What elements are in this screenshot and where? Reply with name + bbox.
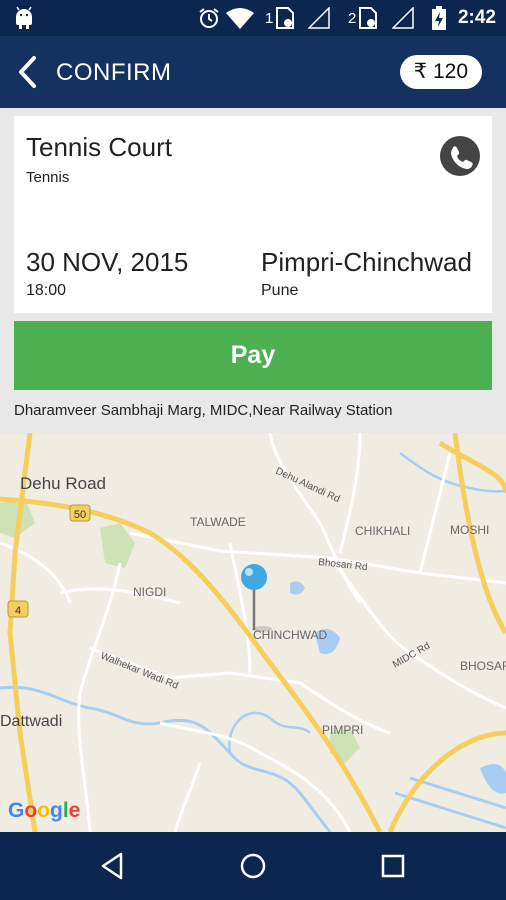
nav-recents-icon[interactable]: [373, 846, 413, 886]
battery-charging-icon: [432, 6, 446, 30]
park-area: [100, 523, 135, 568]
map-label-midc-rd: MIDC Rd: [391, 641, 432, 671]
map-label-walhekar-wadi-rd: Walhekar Wadi Rd: [99, 651, 180, 692]
signal-icon: [392, 7, 414, 29]
app-bar: CONFIRM ₹ 120: [0, 36, 506, 108]
wifi-icon: [226, 8, 254, 29]
map-label-dehu-road: Dehu Road: [20, 474, 106, 493]
alarm-icon: [199, 8, 219, 28]
booking-date: 30 NOV, 2015: [26, 247, 189, 277]
map-label-dattwadi: Dattwadi: [0, 713, 62, 730]
shield-4-label: 4: [15, 605, 21, 617]
lake: [480, 764, 506, 794]
google-logo-letter: o: [37, 799, 50, 822]
venue-address: Dharamveer Sambhaji Marg, MIDC,Near Rail…: [14, 402, 393, 419]
google-logo-letter: g: [50, 799, 63, 822]
nav-back-icon[interactable]: [93, 846, 133, 886]
google-logo-letter: o: [24, 799, 37, 822]
map-label-dehu-alandi-rd: Dehu Alandi Rd: [274, 466, 342, 505]
sim-card-icon: [276, 7, 294, 29]
map-label-bhosari: BHOSARI: [460, 659, 506, 673]
map-label-talwade: TALWADE: [190, 515, 246, 529]
back-arrow-icon[interactable]: [14, 54, 44, 90]
lake: [290, 581, 305, 595]
booking-card: Tennis Court Tennis 30 NOV, 2015 18:00 P…: [14, 116, 492, 313]
sim1-label: 1: [265, 10, 274, 27]
status-bar: 1 2 2:42: [0, 0, 506, 36]
signal-icon: [308, 7, 330, 29]
booking-state: Pune: [261, 282, 299, 299]
map-view[interactable]: 50 4 Dehu Road Dehu Alandi Rd TALWADE CH…: [0, 433, 506, 832]
android-icon: [16, 6, 32, 29]
river: [228, 711, 311, 754]
booking-time: 18:00: [26, 282, 67, 299]
phone-button[interactable]: [440, 136, 480, 176]
booking-city: Pimpri-Chinchwad: [261, 247, 472, 277]
map-label-chikhali: CHIKHALI: [355, 524, 410, 538]
sim2-label: 2: [348, 10, 357, 27]
google-logo-letter: e: [69, 799, 81, 822]
page-title: CONFIRM: [56, 59, 172, 86]
map-label-pimpri: PIMPRI: [322, 723, 363, 737]
google-logo-letter: G: [8, 799, 24, 822]
nav-home-icon[interactable]: [233, 846, 273, 886]
system-nav-bar: [0, 832, 506, 900]
venue-name: Tennis Court: [26, 132, 172, 162]
phone-icon: [451, 146, 473, 169]
map-label-nigdi: NIGDI: [133, 585, 166, 599]
map-label-moshi: MOSHI: [450, 523, 489, 537]
pay-button[interactable]: Pay: [14, 321, 492, 390]
google-logo: Google: [8, 799, 80, 822]
shield-50-label: 50: [74, 509, 86, 521]
sport-name: Tennis: [26, 169, 70, 186]
status-time: 2:42: [457, 7, 496, 28]
price-badge: ₹ 120: [399, 55, 482, 89]
sim-card-icon: [359, 7, 377, 29]
